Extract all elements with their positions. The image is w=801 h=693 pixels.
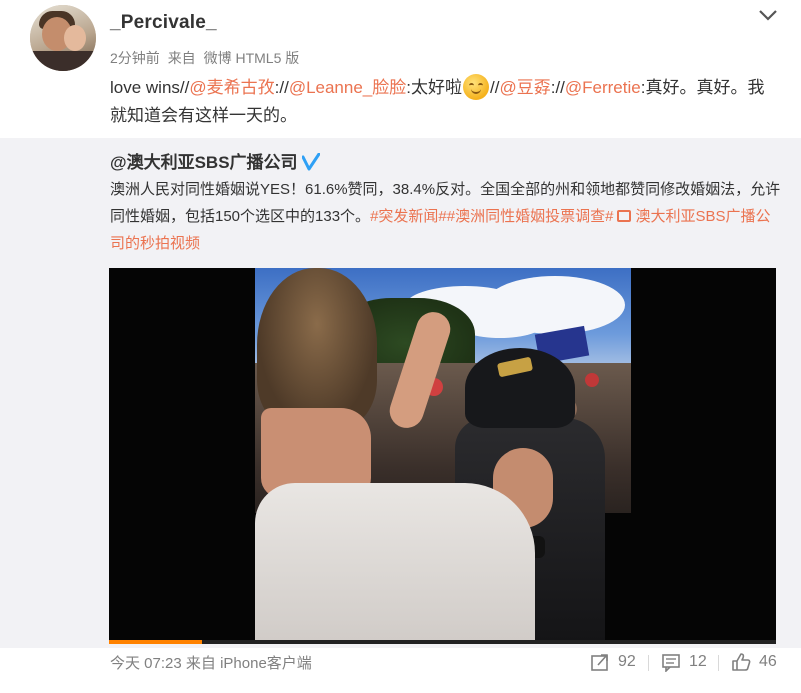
post-text: love wins//@麦希古孜://@Leanne_脸脸:太好啦//@豆孬:/…: [110, 74, 780, 130]
video-progress-fill: [109, 640, 203, 644]
like-button[interactable]: 46: [731, 650, 777, 674]
text-prefix: love wins//: [110, 78, 190, 97]
forward-icon: [591, 654, 608, 671]
hashtag-link[interactable]: #澳洲同性婚姻投票调查#: [447, 208, 614, 225]
from-label: 来自: [185, 655, 216, 672]
post-source[interactable]: 微博 HTML5 版: [204, 50, 300, 66]
forward-button[interactable]: 92: [590, 650, 636, 674]
repost-author-name[interactable]: @澳大利亚SBS广播公司: [110, 153, 298, 172]
forward-count: 92: [618, 653, 636, 670]
mention-link[interactable]: @豆孬: [499, 78, 550, 97]
mention-link[interactable]: @Leanne_脸脸: [289, 78, 406, 97]
text-fragment: :太好啦: [406, 78, 462, 97]
comment-button[interactable]: 12: [661, 650, 707, 674]
hug-emoji-icon: [463, 74, 489, 100]
post-time[interactable]: 2分钟前: [110, 50, 160, 66]
repost-author[interactable]: @澳大利亚SBS广播公司: [110, 148, 320, 173]
action-divider: [718, 655, 719, 671]
weibo-post: _Percivale_ 2分钟前 来自 微博 HTML5 版 love wins…: [0, 0, 801, 693]
video-link-icon: [617, 210, 632, 222]
avatar[interactable]: [30, 5, 96, 71]
username[interactable]: _Percivale_: [110, 12, 217, 34]
mention-link[interactable]: @Ferretie: [565, 78, 641, 97]
verified-badge-icon: [301, 153, 320, 171]
repost-source[interactable]: iPhone客户端: [220, 655, 312, 672]
comment-count: 12: [689, 653, 707, 670]
text-separator: ://: [274, 78, 289, 97]
video-frame: [255, 268, 631, 644]
mention-link[interactable]: @麦希古孜: [189, 78, 274, 97]
video-player[interactable]: [109, 268, 776, 644]
text-separator: ://: [550, 78, 565, 97]
from-label: 来自: [167, 50, 196, 66]
repost-footer: 今天 07:23 来自 iPhone客户端: [110, 652, 312, 673]
chevron-down-icon[interactable]: [757, 6, 779, 24]
comment-icon: [662, 654, 680, 672]
action-divider: [648, 655, 649, 671]
repost-time[interactable]: 今天 07:23: [110, 655, 182, 672]
like-icon: [732, 653, 751, 671]
like-count: 46: [759, 653, 777, 670]
hashtag-link[interactable]: #突发新闻#: [370, 208, 447, 225]
video-progress-bar[interactable]: [109, 640, 776, 644]
repost-text: 澳洲人民对同性婚姻说YES！61.6%赞同，38.4%反对。全国全部的州和领地都…: [110, 176, 782, 257]
post-meta: 2分钟前 来自 微博 HTML5 版: [110, 48, 303, 68]
